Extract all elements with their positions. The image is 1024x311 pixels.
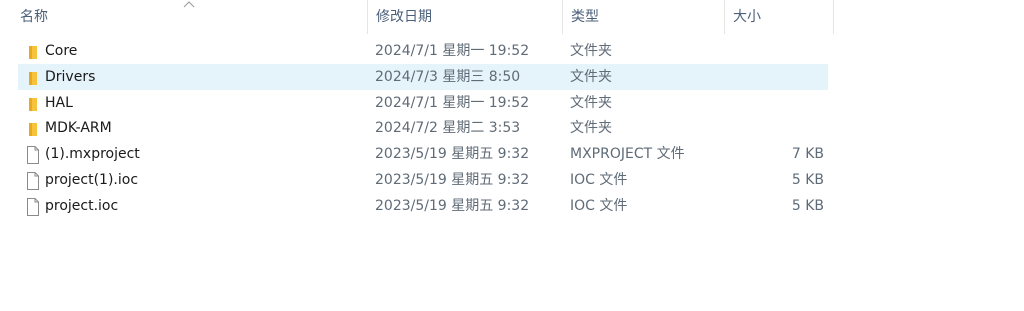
column-header-modified[interactable]: 修改日期 — [367, 0, 562, 34]
file-name: Drivers — [45, 68, 96, 85]
file-row[interactable]: HAL 2024/7/1 星期一 19:52 文件夹 — [18, 90, 828, 116]
column-header-size-label: 大小 — [733, 9, 761, 25]
file-size — [768, 38, 824, 64]
file-name: HAL — [45, 94, 73, 111]
file-icon — [26, 146, 40, 165]
file-name: Core — [45, 43, 78, 59]
file-type: MXPROJECT 文件 — [570, 146, 685, 163]
file-modified-date: 2024/7/1 星期一 19:52 — [375, 43, 530, 59]
file-modified-date: 2024/7/3 星期三 8:50 — [375, 68, 521, 85]
file-modified-date: 2023/5/19 星期五 9:32 — [375, 146, 530, 163]
file-name: MDK-ARM — [45, 120, 112, 137]
file-size: 5 KB — [791, 197, 824, 214]
file-type: 文件夹 — [570, 43, 612, 59]
file-size: 7 KB — [791, 146, 824, 163]
file-size: 5 KB — [791, 172, 824, 188]
file-size — [768, 115, 824, 141]
file-type: 文件夹 — [570, 68, 612, 85]
file-modified-date: 2024/7/2 星期二 3:53 — [375, 120, 521, 137]
file-type: IOC 文件 — [570, 172, 628, 188]
file-icon — [26, 197, 40, 216]
column-header-size[interactable]: 大小 — [724, 0, 834, 34]
file-icon — [26, 172, 40, 190]
file-modified-date: 2023/5/19 星期五 9:32 — [375, 197, 530, 214]
file-size — [768, 64, 824, 90]
file-row[interactable]: project(1).ioc 2023/5/19 星期五 9:32 IOC 文件 5 … — [18, 167, 828, 193]
column-header-type-label: 类型 — [571, 9, 599, 25]
folder-icon — [26, 43, 40, 59]
file-name: project(1).ioc — [45, 172, 139, 188]
folder-icon — [26, 69, 40, 85]
column-header-type[interactable]: 类型 — [562, 0, 724, 34]
file-modified-date: 2023/5/19 星期五 9:32 — [375, 172, 530, 188]
folder-icon — [26, 120, 40, 137]
file-type: 文件夹 — [570, 120, 612, 137]
file-row[interactable]: project.ioc 2023/5/19 星期五 9:32 IOC 文件 5 KB — [18, 193, 828, 219]
file-row[interactable]: Core 2024/7/1 星期一 19:52 文件夹 — [18, 38, 828, 64]
file-name: (1).mxproject — [45, 146, 140, 163]
file-row[interactable]: MDK-ARM 2024/7/2 星期二 3:53 文件夹 — [18, 115, 828, 141]
file-type: IOC 文件 — [570, 197, 628, 214]
column-header-name-label: 名称 — [20, 9, 48, 25]
file-name: project.ioc — [45, 197, 119, 214]
column-header-bar: 名称 修改日期 类型 大小 — [0, 0, 834, 34]
folder-icon — [26, 95, 40, 111]
file-type: 文件夹 — [570, 94, 612, 111]
file-row[interactable]: Drivers 2024/7/3 星期三 8:50 文件夹 — [18, 63, 828, 90]
file-modified-date: 2024/7/1 星期一 19:52 — [375, 94, 530, 111]
file-row[interactable]: (1).mxproject 2023/5/19 星期五 9:32 MXPROJECT… — [18, 141, 828, 167]
column-header-modified-label: 修改日期 — [376, 9, 432, 25]
file-size — [768, 90, 824, 116]
sort-ascending-icon — [183, 0, 195, 8]
